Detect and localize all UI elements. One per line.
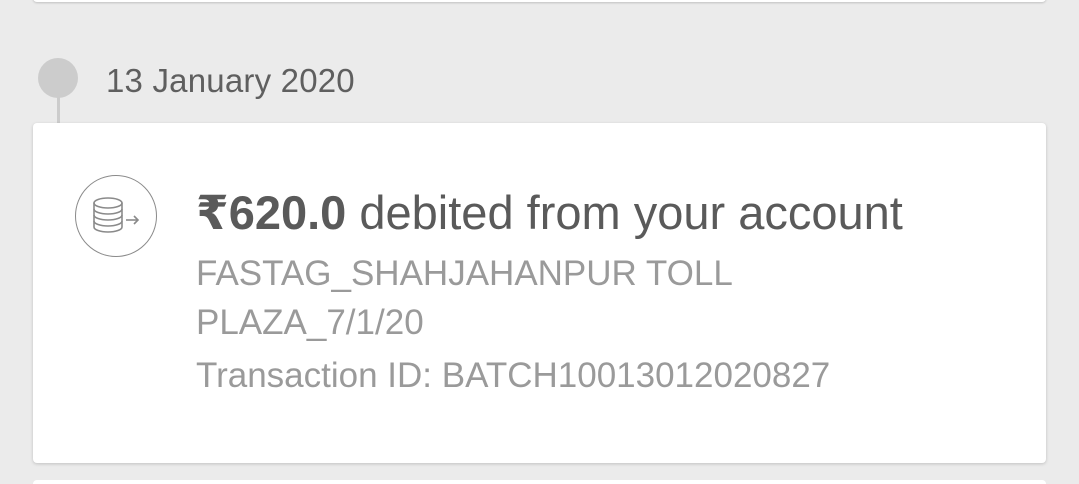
transaction-card[interactable]: ₹620.0 debited from your account FASTAG_…: [33, 123, 1046, 463]
transaction-amount: ₹620.0: [196, 186, 347, 239]
date-header: 13 January 2020: [106, 62, 355, 99]
transaction-headline: ₹620.0 debited from your account: [196, 185, 903, 241]
next-transaction-card[interactable]: [33, 480, 1046, 484]
previous-transaction-card[interactable]: [33, 0, 1046, 2]
transaction-history-screen: 13 January 2020 ₹620.0 debited from your…: [0, 0, 1079, 484]
transaction-id: Transaction ID: BATCH10013012020827: [196, 356, 831, 395]
transaction-description: debited from your account: [359, 186, 903, 239]
coins-debit-icon: [75, 175, 157, 257]
timeline-connector: [57, 96, 60, 126]
merchant-name-line2: PLAZA_7/1/20: [196, 303, 424, 342]
merchant-name-line1: FASTAG_SHAHJAHANPUR TOLL: [196, 254, 733, 293]
timeline-dot: [38, 58, 78, 98]
